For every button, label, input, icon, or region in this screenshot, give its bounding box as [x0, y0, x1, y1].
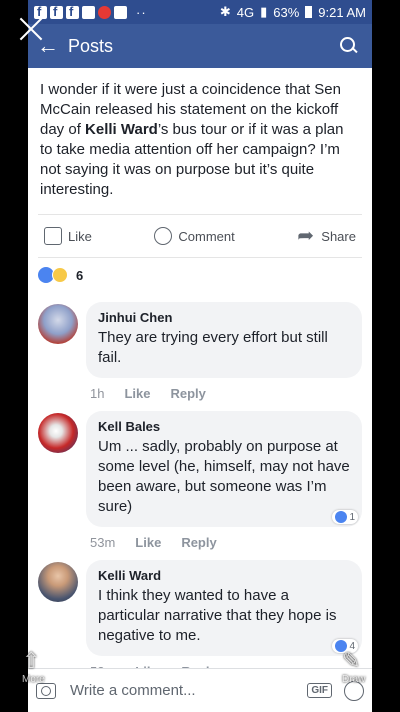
- comment-text: I think they wanted to have a particular…: [98, 587, 337, 644]
- reactions-summary[interactable]: 6: [28, 258, 372, 292]
- thumbs-up-icon: [44, 227, 62, 245]
- pencil-icon: ✎: [342, 648, 361, 673]
- comment-reply-button[interactable]: Reply: [170, 386, 205, 401]
- notification-icons: ··: [34, 4, 147, 20]
- comment-author[interactable]: Kell Bales: [98, 419, 350, 434]
- signal-icon: ▮: [260, 4, 268, 19]
- like-label: Like: [68, 228, 92, 244]
- screenshot-share-overlay[interactable]: ⇧ More: [22, 648, 56, 685]
- post-body: I wonder if it were just a coincidence t…: [28, 68, 372, 200]
- comment-bubble: Kelli Ward I think they wanted to have a…: [86, 560, 362, 656]
- page-title: Posts: [68, 35, 114, 56]
- share-button[interactable]: Share: [297, 223, 356, 248]
- comment-text: Um ... sadly, probably on purpose at som…: [98, 438, 350, 515]
- overlay-left-label: More: [22, 674, 45, 685]
- share-icon: [297, 223, 315, 248]
- facebook-notification-icon: [50, 4, 63, 19]
- signal-label: 4G: [236, 4, 255, 20]
- avatar[interactable]: [38, 304, 78, 344]
- comment-item: Jinhui Chen They are trying every effort…: [28, 302, 372, 401]
- post-text-bold[interactable]: Kelli Ward: [85, 121, 158, 138]
- comment-like-button[interactable]: Like: [135, 535, 161, 550]
- comment-input[interactable]: Write a comment...: [70, 682, 307, 699]
- comment-composer: Write a comment... GIF: [28, 668, 372, 712]
- app-notification-icon: [98, 5, 111, 19]
- post-actions: Like Comment Share: [38, 214, 362, 258]
- wow-reaction-icon: [52, 267, 68, 283]
- comment-text: They are trying every effort but still f…: [98, 329, 328, 366]
- like-button[interactable]: Like: [44, 227, 92, 245]
- comment-meta: 53m Like Reply: [86, 527, 362, 550]
- comment-item: Kelli Ward I think they wanted to have a…: [28, 560, 372, 679]
- system-status: ✱ 4G ▮ 63% 9:21 AM: [220, 4, 366, 20]
- comment-author[interactable]: Kelli Ward: [98, 568, 350, 583]
- comment-time: 1h: [90, 386, 105, 401]
- mail-icon: [82, 5, 95, 19]
- facebook-notification-icon: [66, 4, 79, 19]
- comment-like-number: 1: [349, 511, 355, 523]
- comment-bubble: Jinhui Chen They are trying every effort…: [86, 302, 362, 378]
- battery-percent: 63%: [273, 4, 300, 20]
- comment-button[interactable]: Comment: [154, 227, 235, 245]
- comment-bubble: Kell Bales Um ... sadly, probably on pur…: [86, 411, 362, 527]
- avatar[interactable]: [38, 562, 78, 602]
- comment-author[interactable]: Jinhui Chen: [98, 310, 350, 325]
- reaction-count: 6: [76, 267, 84, 283]
- avatar[interactable]: [38, 413, 78, 453]
- overlay-right-label: Draw: [342, 674, 366, 685]
- more-notifications-icon: ··: [136, 4, 147, 20]
- bluetooth-icon: ✱: [219, 4, 231, 19]
- comment-icon: [154, 227, 173, 245]
- clock: 9:21 AM: [318, 4, 366, 20]
- like-reaction-icon: [335, 511, 348, 523]
- close-icon[interactable]: [18, 16, 44, 42]
- share-label: Share: [321, 228, 356, 244]
- comment-reply-button[interactable]: Reply: [181, 535, 216, 550]
- comment-item: Kell Bales Um ... sadly, probably on pur…: [28, 411, 372, 550]
- battery-icon: [305, 6, 313, 18]
- comment-label: Comment: [178, 228, 235, 244]
- post-view: I wonder if it were just a coincidence t…: [28, 68, 372, 712]
- comment-meta: 1h Like Reply: [86, 378, 362, 401]
- search-icon[interactable]: [340, 37, 358, 55]
- comment-time: 53m: [90, 535, 116, 550]
- youtube-icon: [114, 5, 127, 19]
- status-bar: ·· ✱ 4G ▮ 63% 9:21 AM: [28, 0, 372, 24]
- gif-button[interactable]: GIF: [307, 683, 332, 698]
- share-up-icon: ⇧: [22, 648, 41, 673]
- screenshot-draw-overlay[interactable]: ✎ Draw: [342, 648, 365, 685]
- comment-like-button[interactable]: Like: [124, 386, 150, 401]
- comment-like-count[interactable]: 1: [332, 510, 358, 524]
- app-header: ← Posts: [28, 24, 372, 68]
